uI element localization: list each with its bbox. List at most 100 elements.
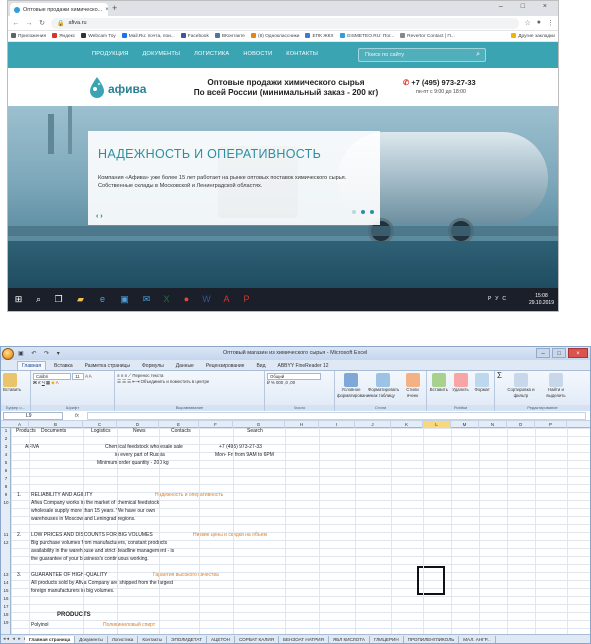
bookmark-item[interactable]: ЕПК ЖКХ (305, 33, 334, 39)
url-field[interactable]: 🔒 afiva.ru (51, 17, 520, 29)
border-icon[interactable]: ▦ (46, 380, 50, 385)
fill-color-icon[interactable]: ◆ (51, 380, 54, 385)
font-name-select[interactable]: Calibri (33, 373, 71, 380)
row-header[interactable]: 7 (1, 476, 11, 481)
insert-cells-button[interactable]: Вставить (429, 373, 449, 393)
row-header[interactable]: 4 (1, 452, 11, 457)
sheet-tab[interactable]: ЭПОЛИДЕТАТ (167, 636, 207, 643)
row-header[interactable]: 12 (1, 540, 11, 545)
ribbon-tab[interactable]: Формулы (138, 362, 168, 370)
cells-area[interactable]: Products Documents Logistics News Contacts Se… (11, 428, 590, 635)
site-nav-item[interactable]: КОНТАКТЫ (286, 51, 318, 57)
wrap-text-button[interactable]: Перенос текста (132, 373, 163, 378)
ribbon-tab[interactable]: Главная (17, 361, 47, 370)
row-header[interactable]: 18 (1, 612, 11, 617)
name-box[interactable]: L9 (3, 412, 63, 420)
cell-styles-button[interactable]: Стили ячеек (401, 373, 424, 399)
extensions-icon[interactable]: ● (537, 19, 541, 27)
site-nav-item[interactable]: ДОКУМЕНТЫ (143, 51, 181, 57)
row-header[interactable]: 14 (1, 580, 11, 585)
ribbon-tab[interactable]: ABBYY FineReader 12 (273, 362, 332, 370)
row-header[interactable]: 19 (1, 620, 11, 625)
worksheet-cell[interactable]: PRODUCTS (57, 612, 91, 619)
worksheet-cell[interactable]: Logistics (91, 428, 110, 435)
column-header[interactable]: A (11, 421, 29, 428)
star-icon[interactable]: ☆ (524, 19, 530, 27)
bookmark-item[interactable]: Revertor Contact | П... (400, 33, 455, 39)
sheet-tab[interactable]: Главная страница (25, 636, 76, 643)
new-tab-button[interactable]: + (112, 4, 117, 13)
align-top-icon[interactable]: ≡ (117, 373, 120, 378)
worksheet-cell[interactable]: Гарантия высокого качества (153, 572, 219, 579)
bold-icon[interactable]: Ж (33, 380, 37, 385)
row-header[interactable]: 17 (1, 604, 11, 609)
worksheet-cell[interactable]: Поливиниловый спирт (103, 622, 155, 629)
worksheet-cell[interactable]: +7 (495) 973-27-33 (219, 444, 262, 451)
row-header[interactable]: 6 (1, 468, 11, 473)
autosum-icon[interactable]: Σ (497, 372, 502, 399)
column-header[interactable]: B (29, 421, 83, 428)
align-middle-icon[interactable]: ≡ (121, 373, 124, 378)
worksheet-cell[interactable]: in every part of Russia (115, 452, 165, 459)
tray-language[interactable]: РУС (488, 296, 510, 302)
slider-dot[interactable] (361, 210, 365, 214)
reload-icon[interactable]: ↻ (38, 19, 46, 27)
bookmark-item[interactable]: Приложения (11, 33, 46, 39)
sort-filter-button[interactable]: Сортировка и фильтр (505, 373, 537, 399)
powerpoint-icon[interactable]: P (241, 294, 252, 305)
worksheet-cell[interactable]: LOW PRICES AND DISCOUNTS FOR BIG VOLUMES (31, 532, 153, 539)
decimal-icon[interactable]: ,0 ,00 (284, 380, 295, 385)
excel-icon[interactable]: X (161, 294, 172, 305)
worksheet-cell[interactable]: Afiva Company works in the market of che… (31, 500, 159, 507)
sheet-tab[interactable]: МАЛ. АНГР... (459, 636, 496, 643)
acrobat-icon[interactable]: A (221, 294, 232, 305)
worksheet-cell[interactable]: 2. (17, 532, 21, 539)
bookmark-item[interactable]: Webcam Toy (81, 33, 116, 39)
align-right-icon[interactable]: ☰ (127, 379, 131, 384)
font-size-select[interactable]: 11 (72, 373, 85, 380)
paste-icon[interactable] (3, 373, 17, 387)
format-table-button[interactable]: Форматировать как таблицу (368, 373, 399, 399)
chrome-icon[interactable]: ● (181, 294, 192, 305)
column-header[interactable]: P (535, 421, 567, 428)
worksheet-cell[interactable]: Big purchase volumes from manufacturers,… (31, 540, 167, 547)
worksheet-cell[interactable]: All products sold by Afiva Company are s… (31, 580, 173, 587)
ribbon-tab[interactable]: Вставка (50, 362, 77, 370)
taskbar-clock[interactable]: 15:08 29.10.2019 (529, 293, 554, 307)
column-header[interactable]: M (451, 421, 479, 428)
phone-number[interactable]: ✆ +7 (495) 973-27-33 (403, 78, 476, 87)
row-header[interactable]: 13 (1, 572, 11, 577)
merge-center-button[interactable]: Объединить и поместить в центре (141, 379, 210, 384)
column-header[interactable]: K (391, 421, 423, 428)
underline-icon[interactable]: Ч (42, 380, 45, 385)
worksheet-cell[interactable]: Products (16, 428, 36, 435)
forward-arrow-icon[interactable]: → (25, 20, 33, 27)
currency-icon[interactable]: ₽ % 000 (267, 380, 283, 385)
close-icon[interactable]: × (568, 348, 588, 358)
bookmark-item[interactable]: Facebook (180, 33, 209, 39)
row-header[interactable]: 2 (1, 436, 11, 441)
window-controls[interactable]: – □ × (499, 3, 555, 10)
sheet-tab[interactable]: ГЛИЦЕРИН (370, 636, 404, 643)
conditional-format-button[interactable]: Условное форматирование (337, 373, 372, 399)
sheet-tab[interactable]: Логистика (108, 636, 139, 643)
hero-arrows[interactable]: ‹ › (96, 213, 103, 220)
tab-close-icon[interactable]: × (105, 7, 108, 13)
column-header[interactable]: H (285, 421, 319, 428)
worksheet-cell[interactable]: Contacts (171, 428, 191, 435)
indent-icon[interactable]: ⇤⇥ (132, 379, 139, 384)
worksheet-cell[interactable]: the guarantee of your business's continu… (31, 556, 149, 563)
column-header[interactable]: I (319, 421, 355, 428)
row-header[interactable]: 8 (1, 484, 11, 489)
worksheet-cell[interactable]: Низкие цены и скидки на объем (193, 532, 267, 539)
edge-icon[interactable]: e (97, 294, 108, 305)
worksheet-cell[interactable]: GUARANTEE OF HIGH-QUALITY (31, 572, 107, 579)
sheet-tab[interactable]: ЯБЛ КИСЛОТА (329, 636, 370, 643)
row-header[interactable]: 16 (1, 596, 11, 601)
worksheet-cell[interactable]: Minimum order quantity - 200 kg (97, 460, 169, 467)
menu-icon[interactable]: ⋮ (547, 19, 554, 27)
ribbon-tab[interactable]: Данные (172, 362, 198, 370)
orientation-icon[interactable]: ⟋ (128, 373, 131, 378)
align-bottom-icon[interactable]: ≡ (124, 373, 127, 378)
fx-icon[interactable]: fx (75, 412, 79, 420)
